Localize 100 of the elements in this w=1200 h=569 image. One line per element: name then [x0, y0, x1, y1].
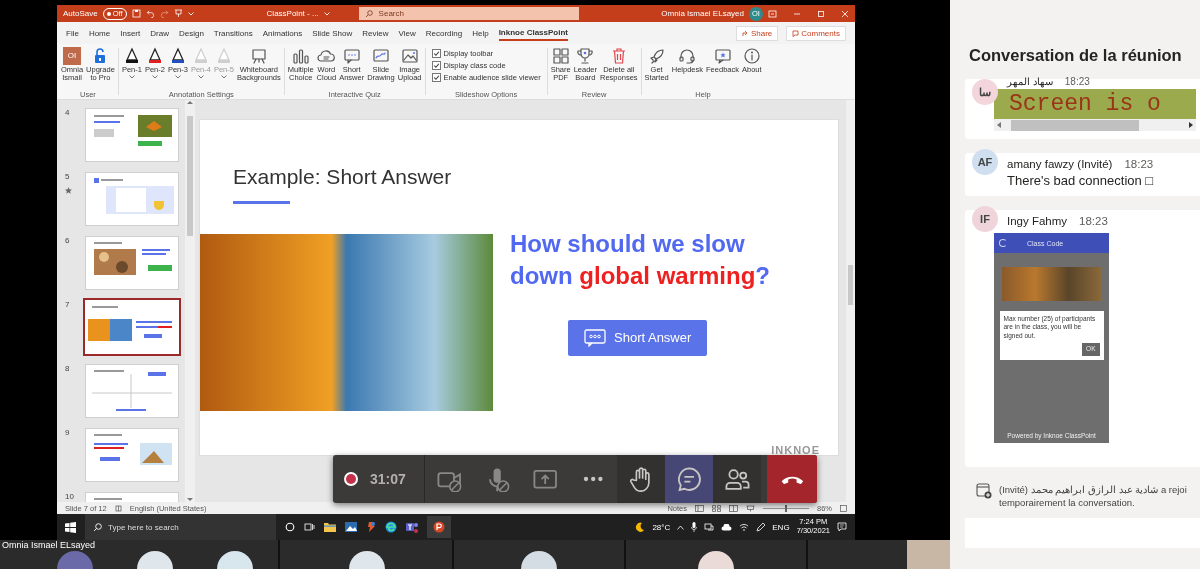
caret-icon: [151, 75, 158, 80]
hang-up-button[interactable]: [767, 455, 817, 503]
message-time: 18:23: [1124, 158, 1154, 170]
close-icon[interactable]: [841, 9, 849, 18]
save-icon[interactable]: [131, 9, 141, 18]
meeting-timer: 31:07: [370, 471, 406, 487]
easel-icon: [249, 47, 268, 65]
cloud-icon[interactable]: [721, 523, 733, 531]
folder-icon[interactable]: [324, 522, 336, 532]
scroll-left-icon: [997, 122, 1001, 128]
slide-number: 7: [65, 300, 71, 309]
search-placeholder: Type here to search: [108, 522, 179, 532]
ribbon-tab[interactable]: File: [66, 26, 79, 40]
wifi-icon[interactable]: [739, 523, 750, 531]
ribbon-tab[interactable]: Review: [362, 26, 389, 40]
recording-indicator-icon: [346, 474, 356, 484]
caret-icon: [197, 75, 204, 80]
ribbon-tab[interactable]: Slide Show: [312, 26, 353, 40]
ribbon-tab[interactable]: Design: [178, 26, 204, 40]
maximize-icon[interactable]: [817, 9, 825, 18]
slide-thumbnail[interactable]: [85, 236, 179, 290]
feedback-icon: [713, 47, 732, 65]
slideshow-icon[interactable]: [746, 504, 755, 512]
ribbon-tab[interactable]: Transitions: [213, 26, 253, 40]
network-icon[interactable]: [704, 523, 715, 531]
ribbon-tab[interactable]: Draw: [150, 26, 169, 40]
present-icon[interactable]: [173, 9, 183, 18]
short-answer-button[interactable]: Short Answer: [568, 319, 708, 356]
checkbox[interactable]: [431, 61, 441, 70]
ribbon-tab[interactable]: Recording: [425, 26, 463, 40]
slide-thumbnail[interactable]: [85, 428, 179, 482]
teams-icon[interactable]: [406, 521, 418, 533]
chat-bubble-icon: [584, 328, 606, 347]
message-time: 18:23: [1079, 215, 1108, 227]
search-icon: [93, 522, 102, 532]
normal-view-icon[interactable]: [695, 504, 704, 512]
caret-icon[interactable]: [187, 11, 194, 16]
title-underline: [233, 201, 290, 204]
chat-title: Conversation de la réunion: [969, 45, 1182, 65]
ribbon-display-icon[interactable]: [768, 9, 777, 18]
pen-tray-icon[interactable]: [756, 522, 766, 532]
cortana-icon[interactable]: [285, 522, 295, 532]
reading-view-icon[interactable]: [729, 504, 738, 512]
app-icon[interactable]: [366, 521, 376, 533]
ribbon-tab[interactable]: Insert: [120, 26, 141, 40]
search-field[interactable]: Search: [358, 7, 579, 20]
browser-icon[interactable]: [385, 521, 397, 533]
ribbon-tab[interactable]: Inknoe ClassPoint: [498, 25, 568, 41]
taskbar-search-field[interactable]: Type here to search: [85, 514, 276, 540]
drawing-icon: [371, 47, 390, 65]
slide-number: 8: [65, 364, 71, 373]
slide-thumbnail[interactable]: [85, 172, 179, 226]
share-button[interactable]: Share: [735, 25, 779, 41]
chat-icon: [675, 465, 702, 493]
caret-icon: [128, 75, 135, 80]
powerpoint-icon[interactable]: [433, 521, 445, 533]
fit-slide-icon[interactable]: [840, 504, 847, 512]
checkbox[interactable]: [431, 73, 441, 82]
code-text: Screen is o: [1009, 91, 1161, 117]
scroll-right-icon: [1189, 122, 1193, 128]
avatar: IF: [972, 206, 998, 232]
more-options-icon: [582, 476, 603, 482]
windows-logo-icon[interactable]: [65, 521, 76, 533]
message-time: 18:23: [1064, 76, 1090, 87]
comments-button[interactable]: Comments: [786, 25, 846, 41]
message-text: There's bad connection □: [1007, 173, 1155, 188]
weather-icon[interactable]: [635, 522, 646, 532]
ribbon-tab[interactable]: Help: [472, 26, 489, 40]
calendar-add-icon: [976, 483, 992, 499]
logo-text: INKNOE: [771, 444, 820, 456]
microphone-icon[interactable]: [691, 522, 698, 532]
ribbon-tab[interactable]: View: [398, 26, 416, 40]
input-language[interactable]: ENG: [772, 522, 790, 532]
photos-app-icon[interactable]: [345, 522, 357, 532]
caret-icon: [220, 75, 227, 80]
scrollbar[interactable]: [185, 100, 195, 502]
temperature[interactable]: 28°C: [652, 522, 671, 532]
cloud-icon: [317, 47, 336, 65]
task-view-icon[interactable]: [304, 522, 315, 532]
bar-chart-icon: [291, 47, 310, 65]
caret-up-icon[interactable]: [677, 524, 685, 530]
avatar-tile: OI: [63, 47, 82, 65]
caret-icon[interactable]: [323, 11, 330, 16]
image-icon: [400, 47, 419, 65]
checkbox[interactable]: [431, 49, 441, 58]
notification-icon[interactable]: [837, 522, 847, 532]
ribbon-tab[interactable]: Home: [88, 26, 111, 40]
slide-thumbnail[interactable]: [85, 364, 179, 418]
caret-icon: [174, 75, 181, 80]
scrollbar[interactable]: [994, 119, 1196, 131]
grid-icon: [551, 47, 570, 65]
comment-icon: [792, 29, 800, 37]
ribbon-tab[interactable]: Animations: [262, 26, 303, 40]
undo-icon[interactable]: [145, 9, 155, 18]
document-title: ClassPoint - ...: [266, 9, 319, 18]
scrollbar[interactable]: [846, 100, 855, 502]
slide-number: 4: [65, 108, 71, 117]
chat-button[interactable]: [664, 455, 713, 503]
slide-thumbnail[interactable]: [85, 108, 179, 162]
slide-sorter-icon[interactable]: [712, 504, 721, 512]
